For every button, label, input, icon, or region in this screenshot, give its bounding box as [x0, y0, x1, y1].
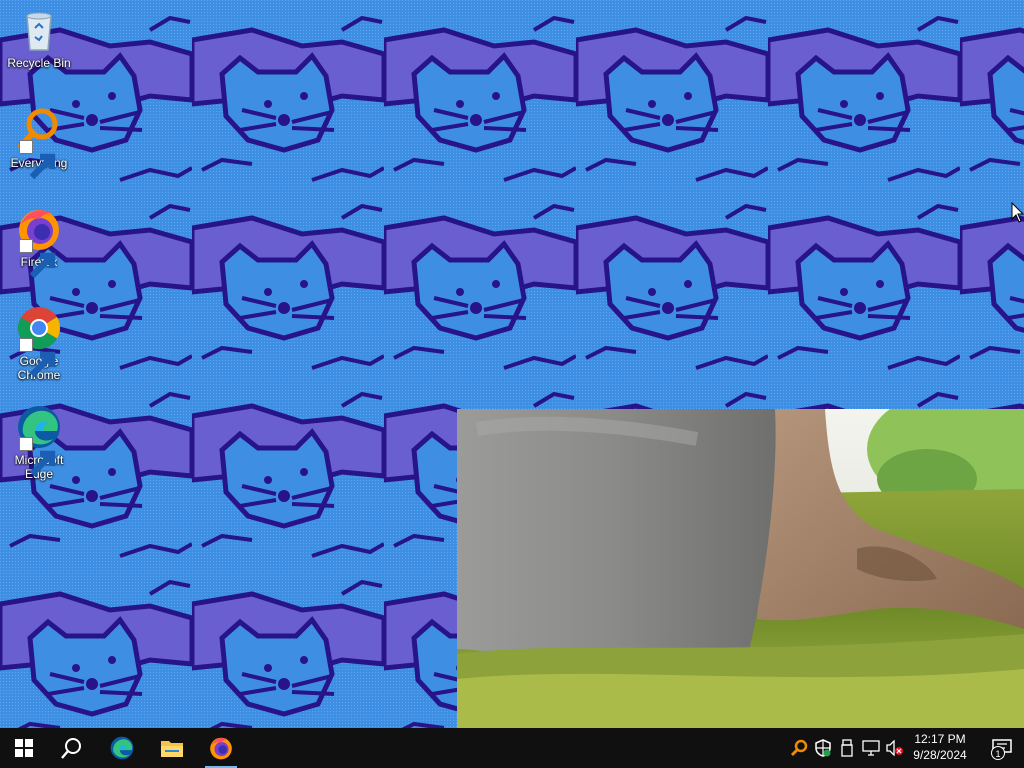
firefox-icon — [210, 737, 232, 760]
shortcut-arrow-icon — [19, 437, 56, 477]
windows-start-icon — [15, 739, 33, 757]
start-button[interactable] — [0, 728, 48, 768]
clock-date: 9/28/2024 — [913, 748, 967, 762]
network-icon[interactable] — [861, 738, 881, 758]
shortcut-arrow-icon — [19, 338, 56, 378]
everything-tray-icon[interactable] — [789, 738, 809, 758]
video-frame — [457, 409, 1024, 728]
firefox-icon — [15, 205, 63, 279]
search-button[interactable] — [48, 728, 96, 768]
file-explorer-icon — [161, 741, 183, 757]
taskbar-file-explorer-button[interactable] — [148, 728, 196, 768]
desktop-icon-firefox[interactable]: Firefox — [4, 205, 74, 279]
desktop-icon-everything[interactable]: Everything — [4, 106, 74, 180]
clock-time: 12:17 PM — [914, 732, 966, 746]
search-icon — [61, 738, 81, 759]
desktop-icon-recycle-bin[interactable]: Recycle Bin — [4, 6, 74, 70]
recycle-bin-icon — [15, 6, 63, 54]
desktop-icon-google-chrome[interactable]: Google Chrome — [4, 304, 74, 382]
desktop-icon-label: Recycle Bin — [7, 56, 71, 70]
shortcut-arrow-icon — [19, 239, 56, 279]
shortcut-arrow-icon — [19, 140, 56, 180]
taskbar-firefox-button[interactable] — [197, 728, 245, 768]
desktop-icon-microsoft-edge[interactable]: Microsoft Edge — [4, 403, 74, 481]
video-player-window[interactable] — [457, 409, 1024, 728]
everything-search-icon — [15, 106, 63, 180]
windows-security-icon[interactable] — [813, 738, 833, 758]
edge-icon — [110, 736, 134, 760]
taskbar: 12:17 PM 9/28/2024 1 — [0, 728, 1024, 768]
usb-drive-icon[interactable] — [837, 738, 857, 758]
taskbar-edge-button[interactable] — [98, 728, 146, 768]
system-clock[interactable]: 12:17 PM 9/28/2024 — [902, 731, 978, 763]
notification-count-badge: 1 — [991, 746, 1005, 760]
edge-icon — [15, 403, 63, 477]
chrome-icon — [15, 304, 63, 378]
mouse-cursor-icon — [1011, 202, 1024, 223]
desktop[interactable]: Recycle Bin Everything Firefox Google Ch… — [0, 0, 1024, 728]
